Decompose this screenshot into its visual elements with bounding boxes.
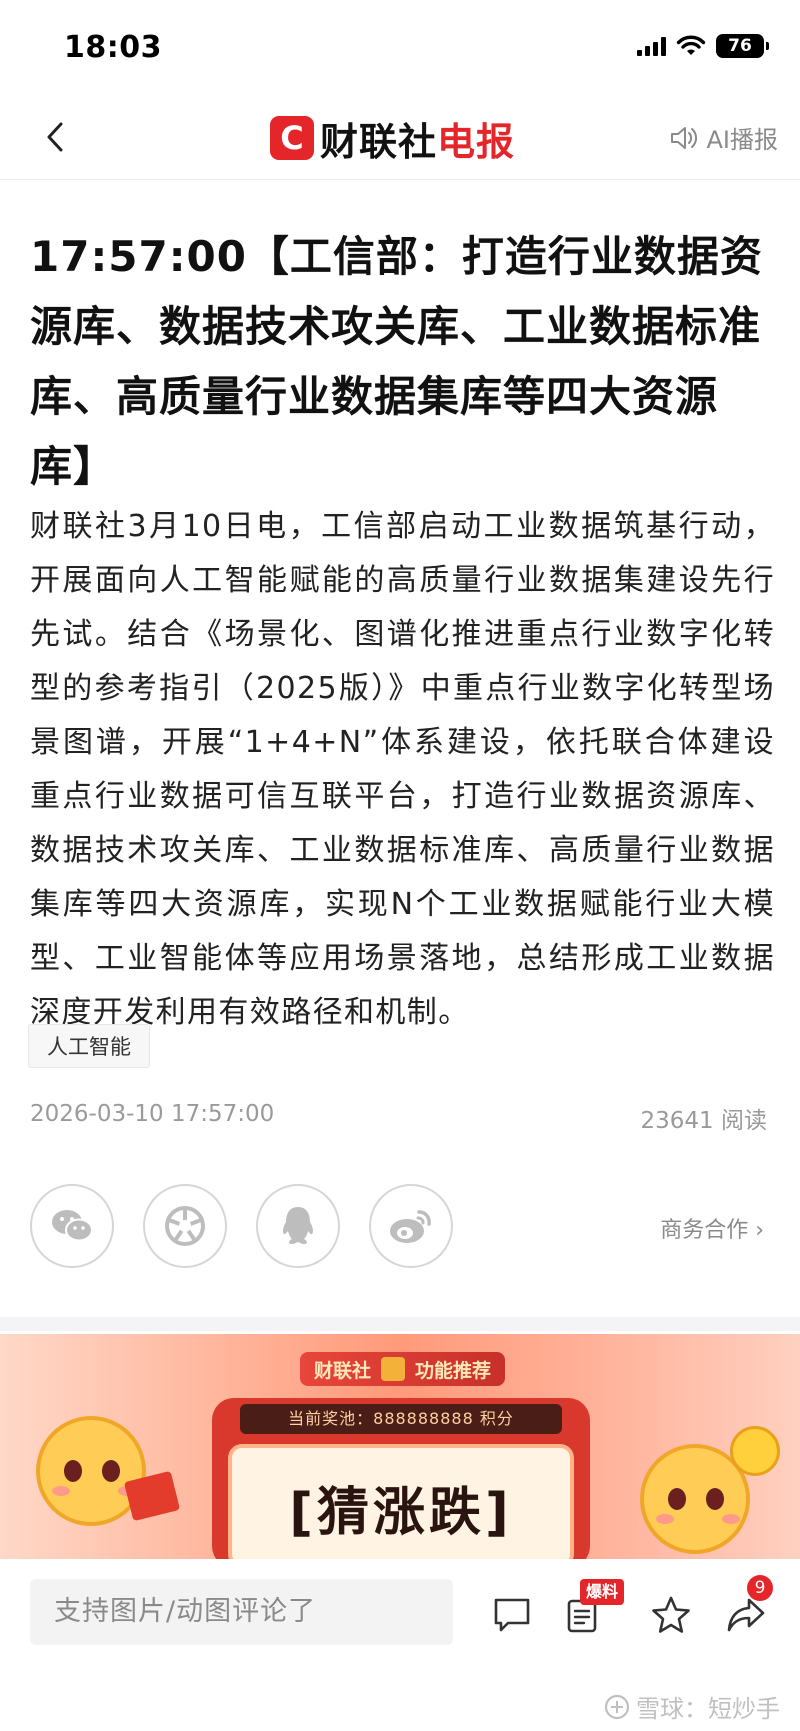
share-wechat-button[interactable] xyxy=(30,1184,114,1268)
status-time: 18:03 xyxy=(64,30,162,65)
wifi-icon xyxy=(676,35,706,55)
logo-main-text: 财联社 xyxy=(320,119,438,164)
prize-pool-text: 当前奖池：888888888 积分 xyxy=(240,1404,562,1434)
cellular-signal-icon xyxy=(637,36,666,56)
logo-accent-text: 电报 xyxy=(437,119,516,164)
watermark: 雪球：短炒手 xyxy=(604,1689,780,1724)
logo-mark: C xyxy=(270,116,314,160)
snowball-logo-icon xyxy=(604,1694,630,1719)
coin-icon xyxy=(730,1426,780,1476)
watermark-text: 雪球：短炒手 xyxy=(636,1695,780,1723)
business-cooperation-link[interactable]: 商务合作 › xyxy=(660,1212,764,1244)
battery-indicator: 76 xyxy=(716,34,769,58)
wechat-icon xyxy=(52,1210,93,1242)
baoliao-badge: 爆料 xyxy=(580,1579,625,1605)
back-button[interactable] xyxy=(30,112,80,162)
comment-input[interactable]: 支持图片/动图评论了 xyxy=(30,1579,453,1645)
article-body: 财联社3月10日电，工信部启动工业数据筑基行动，开展面向人工智能赋能的高质量行业… xyxy=(30,509,775,1030)
comment-button[interactable] xyxy=(490,1593,534,1637)
moments-icon xyxy=(165,1206,205,1246)
bottom-action-bar: 支持图片/动图评论了 爆料 9 雪球：短炒手 xyxy=(0,1559,800,1731)
favorite-button[interactable] xyxy=(649,1593,693,1637)
logo-text: 财联社电报 xyxy=(320,111,515,166)
mascot-left-icon xyxy=(36,1416,146,1526)
qq-icon xyxy=(282,1207,314,1244)
share-qq-button[interactable] xyxy=(256,1184,340,1268)
read-count: 23641 阅读 xyxy=(640,1108,767,1134)
speaker-icon xyxy=(670,126,697,149)
share-row xyxy=(30,1184,453,1268)
section-divider xyxy=(0,1317,800,1331)
back-arrow-icon xyxy=(47,122,63,152)
guess-game-banner[interactable]: 财联社 功能推荐 当前奖池：888888888 积分 [猜涨跌] xyxy=(0,1334,800,1559)
topic-tag[interactable]: 人工智能 xyxy=(28,1024,150,1068)
article-title: 17:57:00【工信部：打造行业数据资源库、数据技术攻关库、工业数据标准库、高… xyxy=(30,232,763,491)
comment-icon xyxy=(494,1598,530,1632)
ai-play-button[interactable]: AI播报 xyxy=(669,120,779,155)
ai-play-label: AI播报 xyxy=(706,126,779,154)
share-moments-button[interactable] xyxy=(143,1184,227,1268)
banner-pill-brand: 财联社 xyxy=(314,1359,372,1382)
game-title: [猜涨跌] xyxy=(289,1483,513,1543)
share-weibo-button[interactable] xyxy=(369,1184,453,1268)
share-arrow-icon xyxy=(727,1598,765,1632)
game-machine: 当前奖池：888888888 积分 [猜涨跌] xyxy=(212,1398,590,1559)
status-icons: 76 xyxy=(637,34,769,58)
status-bar: 18:03 76 xyxy=(0,0,800,100)
weibo-icon xyxy=(390,1210,431,1243)
header: C 财联社电报 AI播报 xyxy=(0,100,800,180)
gift-box-icon xyxy=(381,1357,406,1381)
app-logo: C 财联社电报 xyxy=(270,112,515,164)
publish-datetime: 2026-03-10 17:57:00 xyxy=(30,1101,275,1127)
star-icon xyxy=(652,1596,690,1633)
banner-pill: 财联社 功能推荐 xyxy=(300,1352,506,1386)
share-count-badge: 9 xyxy=(747,1575,773,1601)
game-screen: [猜涨跌] xyxy=(228,1444,574,1559)
banner-pill-label: 功能推荐 xyxy=(415,1359,492,1382)
